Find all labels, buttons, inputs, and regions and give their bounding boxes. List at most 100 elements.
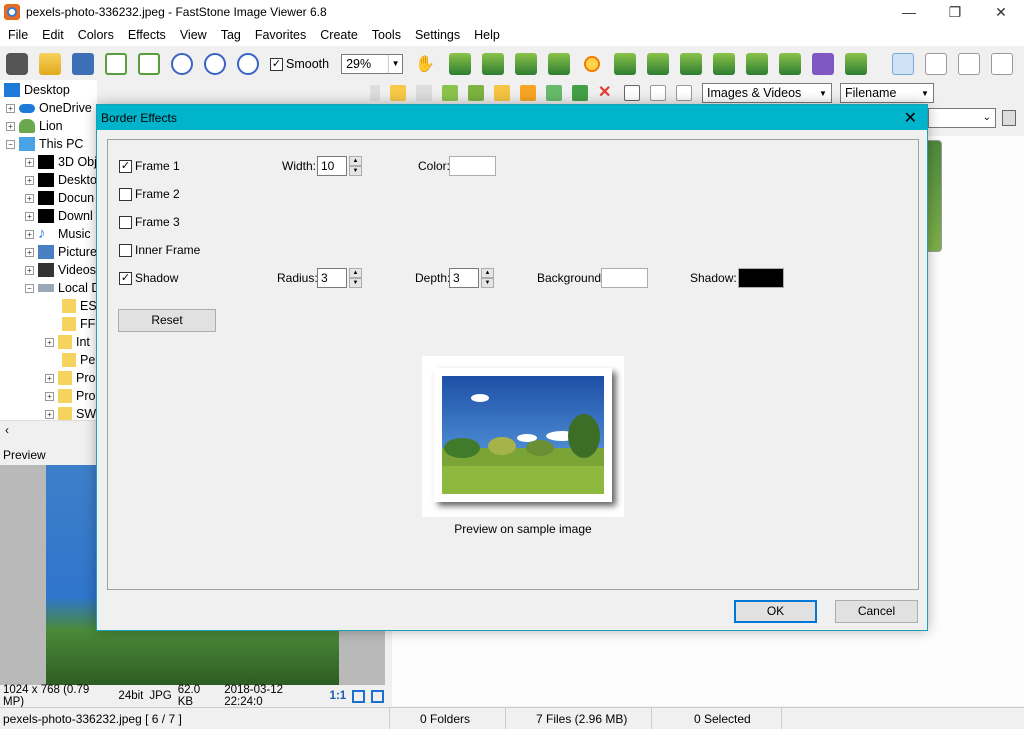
actual-size-ratio[interactable]: 1:1	[330, 690, 347, 702]
canvas-icon[interactable]	[515, 53, 538, 75]
expand-icon[interactable]: +	[25, 157, 34, 167]
details-view-icon[interactable]	[676, 85, 692, 101]
favorites-folder-icon[interactable]	[494, 85, 510, 101]
rotate-left-icon[interactable]	[647, 53, 670, 75]
menu-create[interactable]: Create	[312, 24, 364, 46]
tree-item-pro-1[interactable]: + Pro	[45, 369, 95, 387]
frame3-option[interactable]: Frame 3	[119, 215, 180, 229]
refresh-icon[interactable]	[468, 85, 484, 101]
color-adjust-icon[interactable]	[548, 53, 571, 75]
collapse-icon[interactable]: −	[6, 139, 15, 149]
spin-down-icon[interactable]: ▼	[349, 278, 362, 288]
frame3-checkbox[interactable]	[119, 215, 132, 229]
inner-frame-checkbox[interactable]	[119, 243, 132, 257]
fit-window-icon[interactable]	[352, 689, 366, 703]
cancel-button[interactable]: Cancel	[835, 600, 918, 623]
list-view-icon[interactable]	[650, 85, 666, 101]
fullscreen-preview-icon[interactable]	[371, 689, 384, 703]
copy-to-icon[interactable]	[546, 85, 562, 101]
stamp-icon[interactable]	[614, 53, 637, 75]
expand-icon[interactable]: +	[25, 265, 34, 275]
draw-icon[interactable]	[779, 53, 802, 75]
slideshow-icon[interactable]	[746, 53, 769, 75]
tree-item-int[interactable]: + Int	[45, 333, 90, 351]
expand-icon[interactable]: +	[25, 229, 34, 239]
frame1-checkbox[interactable]: ✓	[119, 159, 132, 173]
sort-select[interactable]: Filename ▼	[840, 83, 934, 103]
move-to-icon[interactable]	[572, 85, 588, 101]
delete-icon[interactable]: ✕	[598, 85, 614, 101]
tree-item-downloads[interactable]: + Downl	[25, 207, 93, 225]
tree-item-esd[interactable]: ESD	[62, 297, 97, 315]
ok-button[interactable]: OK	[734, 600, 817, 623]
menu-edit[interactable]: Edit	[34, 24, 70, 46]
menu-help[interactable]: Help	[466, 24, 506, 46]
fullscreen-icon[interactable]	[991, 53, 1014, 75]
depth-spin-buttons[interactable]: ▲ ▼	[481, 268, 494, 288]
layout-icon[interactable]	[892, 53, 915, 75]
tree-item-documents[interactable]: + Docun	[25, 189, 94, 207]
tree-item-pictures[interactable]: + Picture	[25, 243, 97, 261]
tree-item-videos[interactable]: + Videos	[25, 261, 96, 279]
spin-up-icon[interactable]: ▲	[481, 268, 494, 278]
tree-item-local-disk[interactable]: − Local D	[25, 279, 97, 297]
menu-settings[interactable]: Settings	[407, 24, 466, 46]
tree-item-this-pc[interactable]: − This PC	[6, 135, 83, 153]
spin-up-icon[interactable]: ▲	[349, 156, 362, 166]
scroll-up-icon[interactable]	[370, 85, 380, 101]
shadow-checkbox[interactable]: ✓	[119, 271, 132, 285]
radius-spin-buttons[interactable]: ▲ ▼	[349, 268, 362, 288]
expand-icon[interactable]: +	[45, 337, 54, 347]
zoom-out-icon[interactable]	[204, 53, 226, 75]
dialog-close-button[interactable]: ✕	[904, 108, 917, 128]
frame-color-swatch[interactable]	[449, 156, 496, 176]
width-input[interactable]: 10	[317, 156, 347, 176]
crop-icon[interactable]	[449, 53, 472, 75]
frame1-option[interactable]: ✓ Frame 1	[119, 159, 180, 173]
smooth-toggle[interactable]: ✓ Smooth	[270, 57, 329, 71]
sun-icon[interactable]	[581, 53, 604, 75]
prev-icon[interactable]	[105, 53, 127, 75]
rotate-right-icon[interactable]	[680, 53, 703, 75]
tree-item-3d-objects[interactable]: +3D Obj	[25, 153, 97, 171]
radius-spinner[interactable]: 3 ▲ ▼	[317, 268, 362, 288]
reset-button[interactable]: Reset	[118, 309, 216, 332]
spin-up-icon[interactable]: ▲	[349, 268, 362, 278]
tree-item-ffo[interactable]: FFO	[62, 315, 97, 333]
close-button[interactable]: ✕	[978, 0, 1024, 24]
menu-file[interactable]: File	[0, 24, 34, 46]
filter-select[interactable]: Images & Videos ▼	[702, 83, 832, 103]
shadow-color-swatch[interactable]	[738, 268, 784, 288]
shadow-option[interactable]: ✓ Shadow	[119, 271, 178, 285]
frame2-checkbox[interactable]	[119, 187, 132, 201]
printer-icon[interactable]	[812, 53, 835, 75]
menu-view[interactable]: View	[172, 24, 213, 46]
resize-icon[interactable]	[482, 53, 505, 75]
tree-item-per[interactable]: Per	[62, 351, 97, 369]
inner-frame-option[interactable]: Inner Frame	[119, 243, 200, 257]
open-folder-icon[interactable]	[39, 53, 61, 75]
expand-icon[interactable]: +	[45, 409, 54, 419]
tree-horizontal-scrollbar[interactable]: ‹	[0, 420, 97, 438]
next-icon[interactable]	[138, 53, 160, 75]
thumbnail-item[interactable]	[926, 140, 942, 252]
width-spin-buttons[interactable]: ▲ ▼	[349, 156, 362, 176]
layout-alt-icon[interactable]	[925, 53, 948, 75]
depth-input[interactable]: 3	[449, 268, 479, 288]
forward-icon[interactable]	[416, 85, 432, 101]
expand-icon[interactable]: +	[45, 373, 54, 383]
layout-person-icon[interactable]	[958, 53, 981, 75]
camera-icon[interactable]	[6, 53, 28, 75]
path-dropdown[interactable]: ⌄	[928, 108, 996, 128]
tree-item-onedrive[interactable]: + OneDrive	[6, 99, 92, 117]
folder-tree[interactable]: Desktop + OneDrive + Lion − This PC +3D Obj…	[0, 80, 97, 420]
actual-size-icon[interactable]	[237, 53, 259, 75]
menu-effects[interactable]: Effects	[120, 24, 172, 46]
tree-item-pro-2[interactable]: + Pro	[45, 387, 95, 405]
tree-item-music[interactable]: + ♪ Music	[25, 225, 91, 243]
compare-icon[interactable]	[713, 53, 736, 75]
tree-item-lion[interactable]: + Lion	[6, 117, 63, 135]
menu-favorites[interactable]: Favorites	[247, 24, 312, 46]
zoom-select[interactable]: 29% ▼	[341, 54, 404, 74]
collapse-icon[interactable]: −	[25, 283, 34, 293]
